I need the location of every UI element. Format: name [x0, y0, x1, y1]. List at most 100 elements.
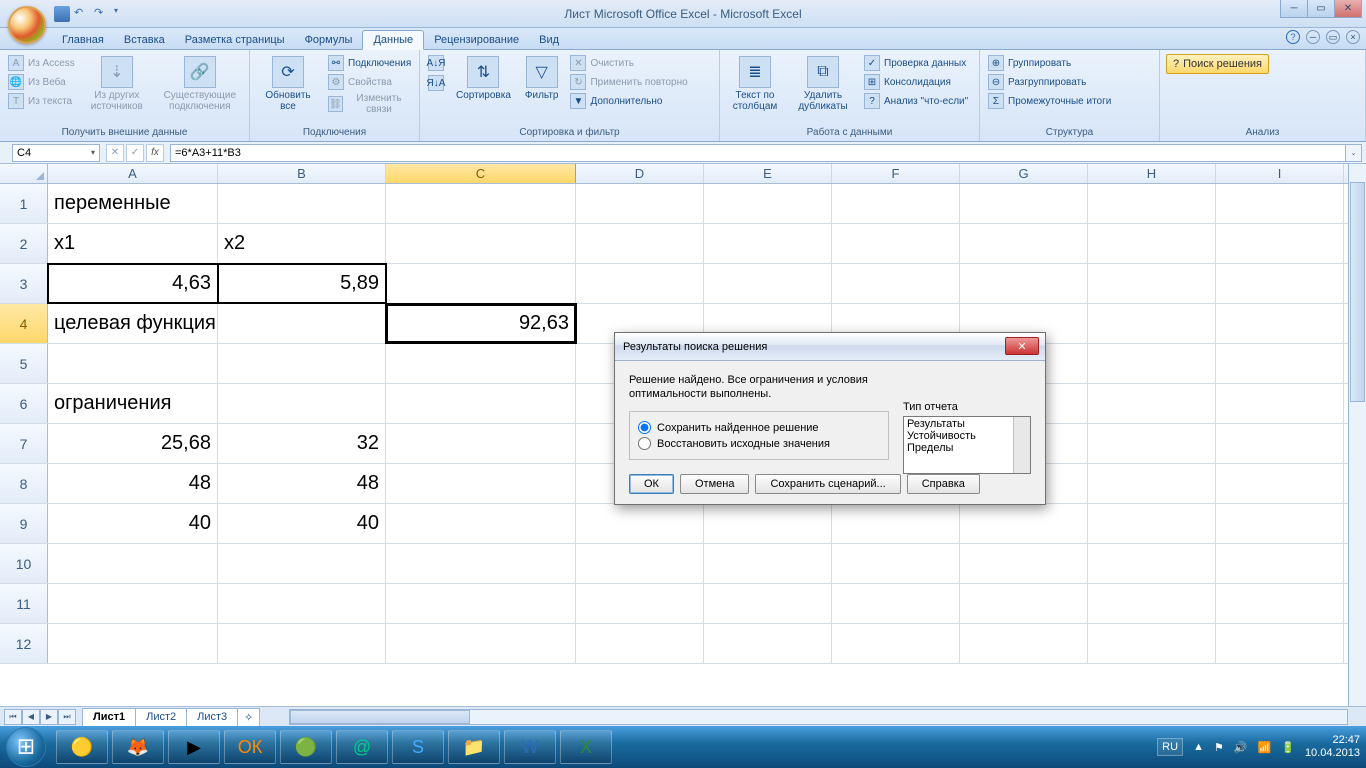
- row-header-8[interactable]: 8: [0, 464, 48, 503]
- cell-C1[interactable]: [386, 184, 576, 223]
- cell-F11[interactable]: [832, 584, 960, 623]
- tray-network-icon[interactable]: 📶: [1258, 741, 1272, 754]
- cell-A6[interactable]: ограничения: [48, 384, 218, 423]
- cell-H9[interactable]: [1088, 504, 1216, 543]
- cell-A3[interactable]: 4,63: [48, 264, 218, 303]
- cell-I9[interactable]: [1216, 504, 1344, 543]
- close-button[interactable]: ✕: [1334, 0, 1362, 18]
- taskbar-word[interactable]: W: [504, 730, 556, 764]
- cell-I1[interactable]: [1216, 184, 1344, 223]
- ungroup-button[interactable]: ⊖Разгруппировать: [986, 73, 1113, 91]
- sheet-next-icon[interactable]: ▶: [40, 709, 58, 725]
- cell-A1[interactable]: переменные: [48, 184, 218, 223]
- what-if-button[interactable]: ?Анализ "что-если": [862, 92, 970, 110]
- cell-C10[interactable]: [386, 544, 576, 583]
- help-icon[interactable]: ?: [1286, 30, 1300, 44]
- undo-icon[interactable]: ↶: [74, 6, 90, 22]
- cell-C9[interactable]: [386, 504, 576, 543]
- taskbar-skype[interactable]: S: [392, 730, 444, 764]
- taskbar-chrome[interactable]: 🟡: [56, 730, 108, 764]
- taskbar-mail[interactable]: @: [336, 730, 388, 764]
- taskbar-app1[interactable]: 🟢: [280, 730, 332, 764]
- cell-C5[interactable]: [386, 344, 576, 383]
- row-header-9[interactable]: 9: [0, 504, 48, 543]
- sheet-prev-icon[interactable]: ◀: [22, 709, 40, 725]
- tab-view[interactable]: Вид: [529, 31, 569, 49]
- row-header-5[interactable]: 5: [0, 344, 48, 383]
- cell-B1[interactable]: [218, 184, 386, 223]
- cell-D11[interactable]: [576, 584, 704, 623]
- solver-button[interactable]: ?Поиск решения: [1166, 54, 1269, 74]
- vertical-scrollbar[interactable]: [1348, 164, 1366, 706]
- taskbar-player[interactable]: ▶: [168, 730, 220, 764]
- cell-C7[interactable]: [386, 424, 576, 463]
- sort-za-button[interactable]: Я↓А: [426, 74, 446, 92]
- sheet-tab-3[interactable]: Лист3: [186, 708, 238, 726]
- cell-A11[interactable]: [48, 584, 218, 623]
- cell-H4[interactable]: [1088, 304, 1216, 343]
- cell-I4[interactable]: [1216, 304, 1344, 343]
- remove-duplicates-button[interactable]: ⧉Удалить дубликаты: [790, 54, 856, 114]
- cell-D10[interactable]: [576, 544, 704, 583]
- cell-G12[interactable]: [960, 624, 1088, 663]
- new-sheet-button[interactable]: ✧: [237, 708, 260, 726]
- cell-C4[interactable]: 92,63: [386, 304, 576, 343]
- cell-D9[interactable]: [576, 504, 704, 543]
- refresh-all-button[interactable]: ⟳Обновить все: [256, 54, 320, 114]
- cell-B9[interactable]: 40: [218, 504, 386, 543]
- redo-icon[interactable]: ↷: [94, 6, 110, 22]
- formula-bar[interactable]: =6*A3+11*B3: [170, 144, 1346, 162]
- list-item[interactable]: Пределы: [907, 442, 1027, 454]
- save-icon[interactable]: [54, 6, 70, 22]
- cell-E1[interactable]: [704, 184, 832, 223]
- cell-F10[interactable]: [832, 544, 960, 583]
- cell-B7[interactable]: 32: [218, 424, 386, 463]
- cell-G11[interactable]: [960, 584, 1088, 623]
- enter-formula-icon[interactable]: ✓: [126, 144, 144, 162]
- cell-I10[interactable]: [1216, 544, 1344, 583]
- tray-clock[interactable]: 22:47 10.04.2013: [1305, 734, 1360, 760]
- restore-values-radio[interactable]: Восстановить исходные значения: [638, 437, 880, 450]
- column-header-C[interactable]: C: [386, 164, 576, 183]
- tray-flag-icon[interactable]: ⚑: [1214, 741, 1224, 754]
- cell-B3[interactable]: 5,89: [218, 264, 386, 303]
- cell-H8[interactable]: [1088, 464, 1216, 503]
- cell-A7[interactable]: 25,68: [48, 424, 218, 463]
- reapply-button[interactable]: ↻Применить повторно: [568, 73, 689, 91]
- cell-A8[interactable]: 48: [48, 464, 218, 503]
- row-header-4[interactable]: 4: [0, 304, 48, 343]
- cell-A12[interactable]: [48, 624, 218, 663]
- text-to-columns-button[interactable]: ≣Текст по столбцам: [726, 54, 784, 114]
- dialog-titlebar[interactable]: Результаты поиска решения ✕: [615, 333, 1045, 361]
- taskbar-ok[interactable]: ОК: [224, 730, 276, 764]
- sheet-tab-2[interactable]: Лист2: [135, 708, 187, 726]
- tray-volume-icon[interactable]: 🔊: [1234, 741, 1248, 754]
- cell-H5[interactable]: [1088, 344, 1216, 383]
- cell-H11[interactable]: [1088, 584, 1216, 623]
- sheet-last-icon[interactable]: ⏭: [58, 709, 76, 725]
- tab-page-layout[interactable]: Разметка страницы: [175, 31, 295, 49]
- consolidate-button[interactable]: ⊞Консолидация: [862, 73, 970, 91]
- from-web-button[interactable]: 🌐Из Веба: [6, 73, 77, 91]
- column-header-F[interactable]: F: [832, 164, 960, 183]
- cell-I7[interactable]: [1216, 424, 1344, 463]
- row-header-10[interactable]: 10: [0, 544, 48, 583]
- cell-H3[interactable]: [1088, 264, 1216, 303]
- from-text-button[interactable]: TИз текста: [6, 92, 77, 110]
- vscroll-thumb[interactable]: [1350, 182, 1365, 402]
- hscroll-thumb[interactable]: [290, 710, 470, 724]
- advanced-filter-button[interactable]: ▼Дополнительно: [568, 92, 689, 110]
- other-sources-button[interactable]: ⇣Из других источников: [83, 54, 151, 114]
- column-header-H[interactable]: H: [1088, 164, 1216, 183]
- cancel-button[interactable]: Отмена: [680, 474, 749, 494]
- sort-button[interactable]: ⇅Сортировка: [452, 54, 515, 103]
- data-validation-button[interactable]: ✓Проверка данных: [862, 54, 970, 72]
- cell-E10[interactable]: [704, 544, 832, 583]
- ribbon-restore-icon[interactable]: ▭: [1326, 30, 1340, 44]
- filter-button[interactable]: ▽Фильтр: [521, 54, 563, 103]
- row-header-11[interactable]: 11: [0, 584, 48, 623]
- cell-E2[interactable]: [704, 224, 832, 263]
- cell-H6[interactable]: [1088, 384, 1216, 423]
- taskbar-explorer[interactable]: 📁: [448, 730, 500, 764]
- keep-solution-radio[interactable]: Сохранить найденное решение: [638, 421, 880, 434]
